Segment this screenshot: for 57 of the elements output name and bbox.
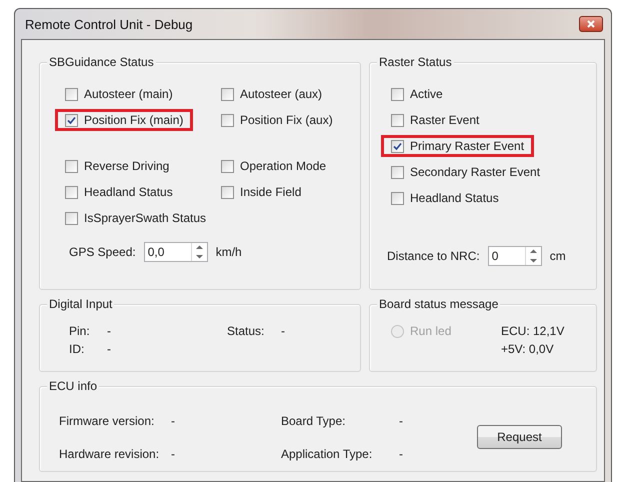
checkbox-label: Autosteer (aux) [240,87,322,101]
group-title: Board status message [377,296,500,312]
checkbox-label: Position Fix (main) [84,113,184,127]
checkbox-label: Position Fix (aux) [240,113,333,127]
voltage-reading: +5V: 0,0V [501,342,555,356]
checkbox-label: Secondary Raster Event [410,165,540,179]
checkbox[interactable] [65,88,78,100]
checkbox[interactable] [65,160,78,172]
checkbox-label: Operation Mode [240,159,326,173]
field-value: - [399,414,404,428]
checkbox[interactable] [221,114,234,126]
window-title: Remote Control Unit - Debug [25,16,193,32]
checkbox[interactable] [391,114,404,126]
checkbox[interactable] [65,186,78,198]
checkbox-label: Primary Raster Event [410,139,524,153]
checkbox[interactable] [65,114,78,126]
checkbox[interactable] [65,212,78,224]
field-label: Hardware revision: [59,446,160,460]
field-value: - [281,324,286,338]
field-value: - [107,342,112,356]
radio-label: Run led [410,324,452,338]
request-button[interactable]: Request [477,425,562,449]
checkbox[interactable] [391,192,404,204]
voltage-reading: ECU: 12,1V [501,324,566,338]
field-label: ID: [69,342,86,356]
field-label: Distance to NRC: [387,249,480,263]
checkbox[interactable] [221,88,234,100]
field-label: GPS Speed: [69,245,136,259]
spin-field[interactable]: 0,0 [144,242,208,262]
spin-field[interactable]: 0 [488,246,542,266]
close-button[interactable] [579,16,603,32]
checkbox-label: Autosteer (main) [84,87,173,101]
field-label: Pin: [69,324,91,338]
checkbox-label: Headland Status [410,191,499,205]
field-value: - [171,414,176,428]
checkbox-label: Inside Field [240,185,302,199]
field-label: Status: [227,324,266,338]
checkbox[interactable] [391,140,404,152]
field-value: - [171,446,176,460]
checkbox[interactable] [221,186,234,198]
checkbox-label: Reverse Driving [84,159,170,173]
checkbox-label: IsSprayerSwath Status [84,211,206,225]
unit-label: cm [550,249,566,263]
field-value: - [107,324,112,338]
close-icon [587,20,595,28]
checkbox[interactable] [221,160,234,172]
field-label: Board Type: [281,414,346,428]
field-label: Firmware version: [59,414,156,428]
field-value: - [399,446,404,460]
group-title: Digital Input [47,296,114,312]
checkbox[interactable] [391,166,404,178]
checkbox[interactable] [391,88,404,100]
unit-label: km/h [216,245,242,259]
checkbox-label: Raster Event [410,113,480,127]
checkbox-label: Headland Status [84,185,173,199]
checkbox-label: Active [410,87,443,101]
field-label: Application Type: [281,446,374,460]
